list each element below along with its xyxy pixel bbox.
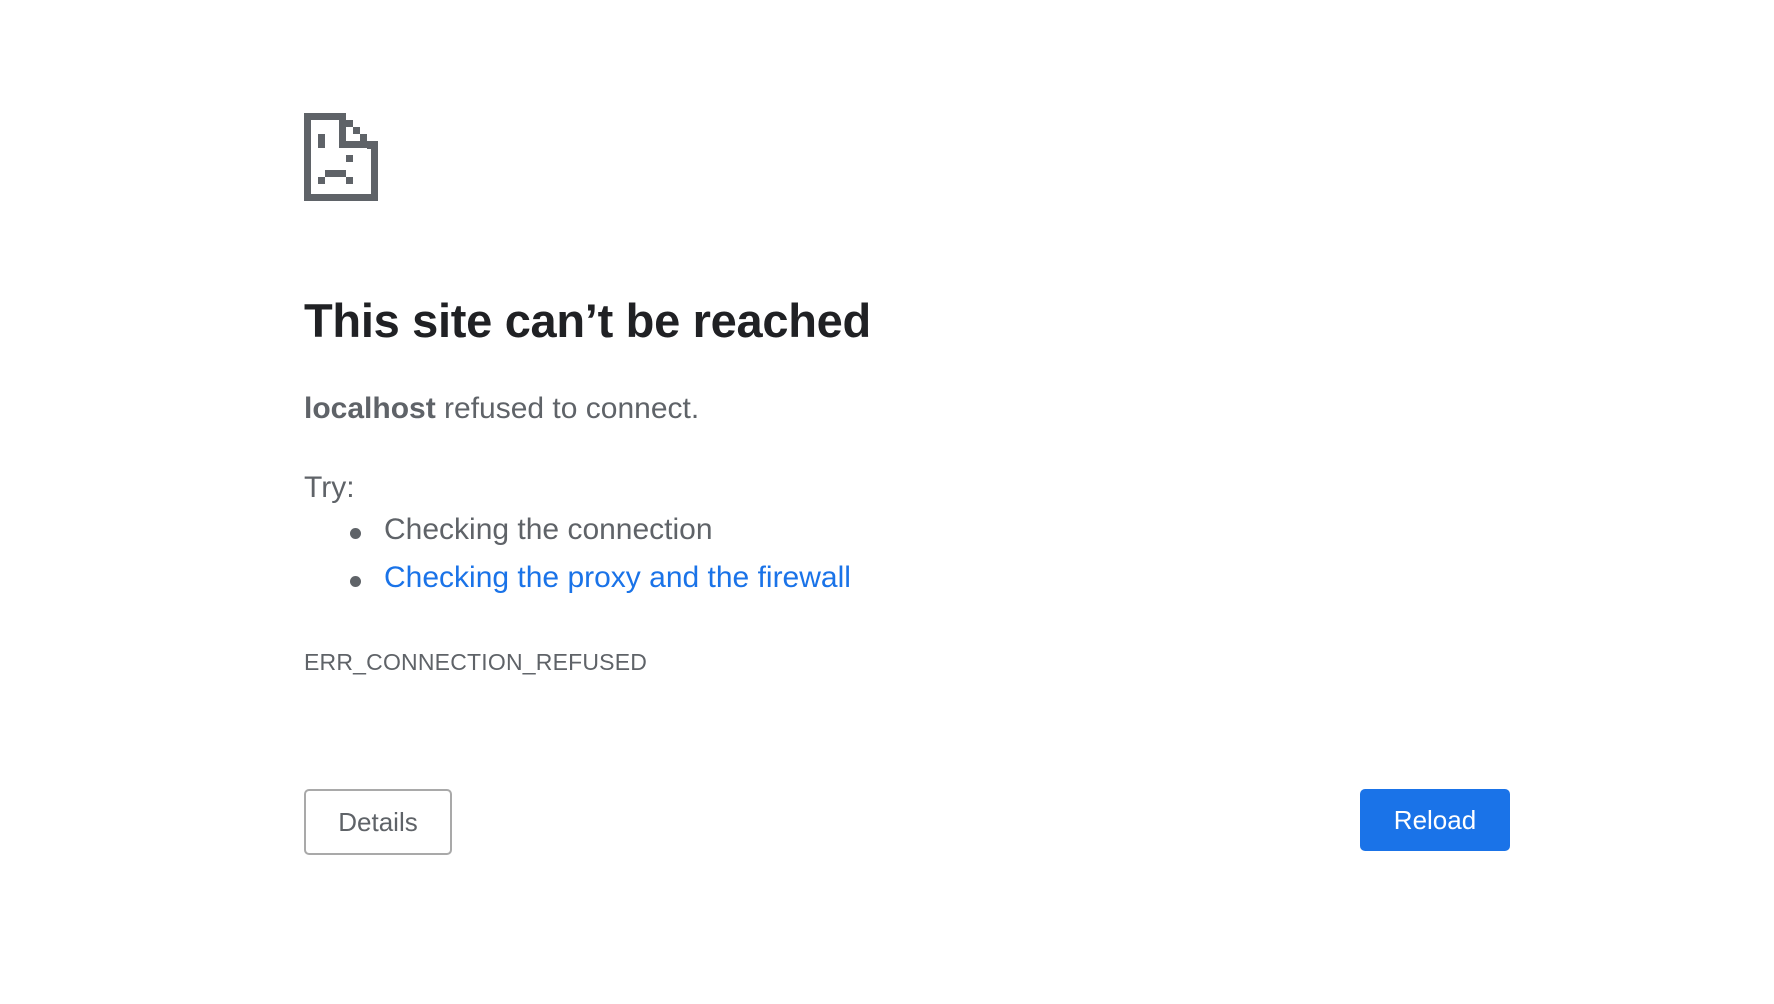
proxy-firewall-link[interactable]: Checking the proxy and the firewall <box>384 561 851 595</box>
sad-document-icon <box>304 113 378 201</box>
error-code: ERR_CONNECTION_REFUSED <box>304 649 648 675</box>
host-name: localhost <box>304 392 436 425</box>
summary-text: refused to connect. <box>435 392 700 425</box>
error-page: This site can’t be reached localhost ref… <box>304 113 1510 863</box>
bullet-icon <box>350 528 361 539</box>
details-button[interactable]: Details <box>304 789 452 855</box>
error-summary: localhost refused to connect. <box>304 392 699 426</box>
suggestion-text: Checking the connection <box>384 513 713 546</box>
page-title: This site can’t be reached <box>304 294 871 347</box>
try-label: Try: <box>304 471 355 504</box>
bullet-icon <box>350 576 361 587</box>
reload-button[interactable]: Reload <box>1360 789 1510 851</box>
